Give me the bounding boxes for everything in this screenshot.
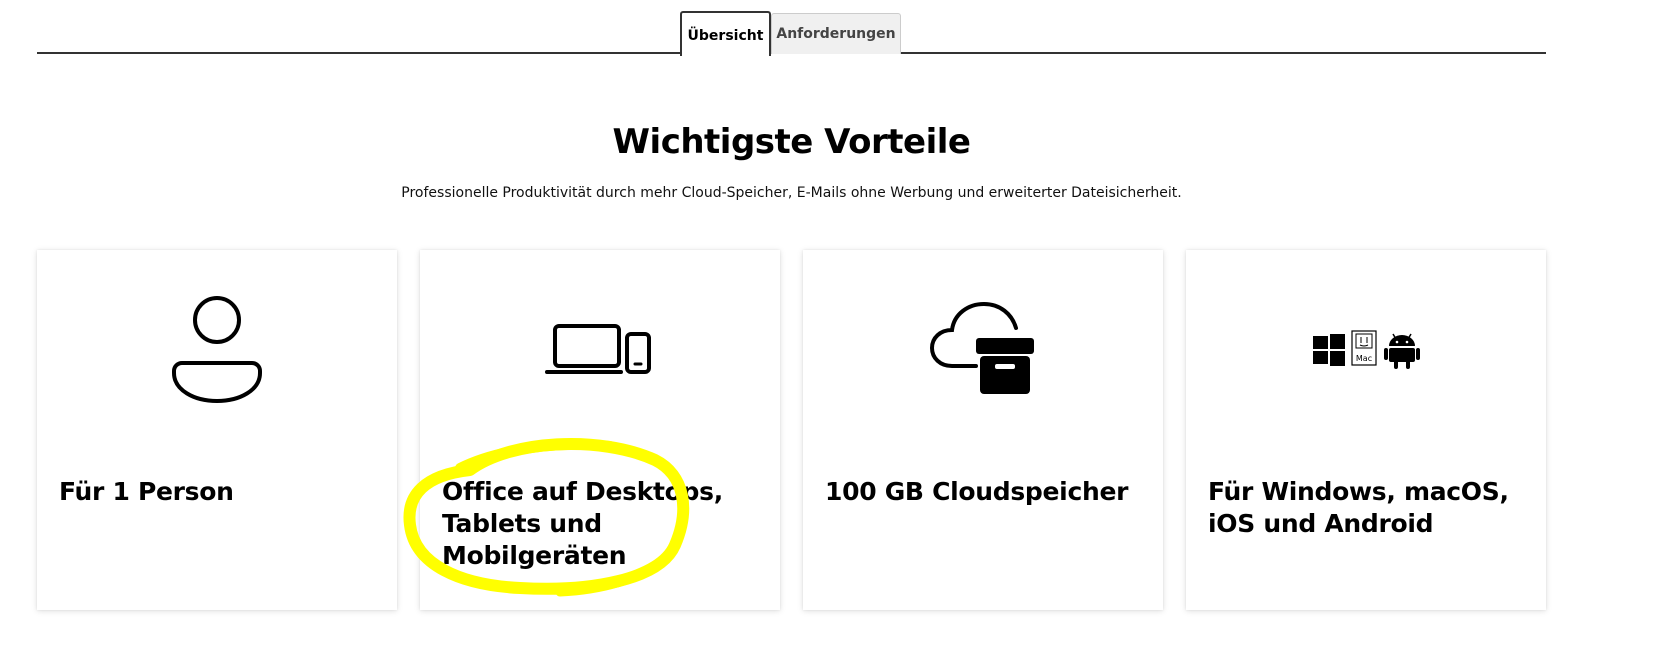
tab-label: Anforderungen [776, 26, 896, 42]
tab-uebersicht[interactable]: Übersicht [680, 11, 771, 56]
benefit-card-person: Für 1 Person [37, 250, 397, 610]
tab-bar: Übersicht Anforderungen [680, 9, 901, 56]
mac-icon: Mac [1351, 330, 1377, 366]
platforms-icon: Mac [1186, 290, 1546, 410]
card-title: 100 GB Cloudspeicher [825, 477, 1129, 506]
tab-label: Übersicht [687, 27, 764, 44]
android-icon [1384, 333, 1420, 369]
card-title: Office auf Desktops, Tablets und Mobilge… [442, 477, 723, 570]
mac-label: Mac [1356, 354, 1372, 363]
section-title: Wichtigste Vorteile [612, 122, 971, 162]
windows-icon [1313, 334, 1345, 366]
tab-anforderungen[interactable]: Anforderungen [771, 13, 901, 54]
card-title: Für Windows, macOS, iOS und Android [1208, 477, 1509, 538]
benefit-card-cloud: 100 GB Cloudspeicher [803, 250, 1163, 610]
cloud-archive-icon [803, 290, 1163, 410]
person-icon [37, 290, 397, 410]
benefit-card-platforms: Mac Für Windows, macOS, iOS und Android [1186, 250, 1546, 610]
section-subtitle: Professionelle Produktivität durch mehr … [401, 185, 1182, 201]
laptop-phone-icon [420, 290, 780, 410]
benefit-card-devices: Office auf Desktops, Tablets und Mobilge… [420, 250, 780, 610]
platforms-svg: Mac [1313, 330, 1420, 369]
card-title: Für 1 Person [59, 477, 234, 506]
benefits-page: Übersicht Anforderungen Wichtigste Vorte… [0, 0, 1663, 664]
